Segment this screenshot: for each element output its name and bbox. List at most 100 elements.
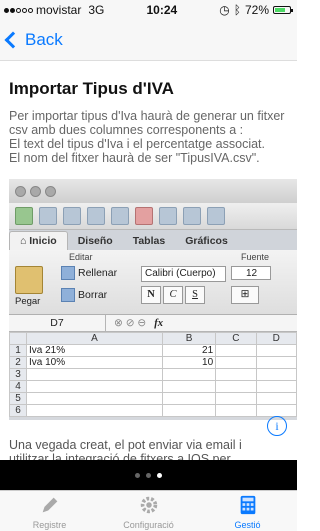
format-icon bbox=[207, 207, 225, 225]
cell: Iva 10% bbox=[26, 356, 163, 369]
tab-label: Registre bbox=[32, 520, 67, 530]
page-dot-active[interactable] bbox=[157, 472, 162, 478]
description-line: csv amb dues columnes corresponents a : bbox=[9, 123, 244, 137]
cell bbox=[215, 368, 257, 381]
tab-registre[interactable]: Registre bbox=[0, 491, 99, 531]
copy-icon bbox=[159, 207, 177, 225]
window-titlebar bbox=[9, 179, 297, 203]
network-type: 3G bbox=[88, 3, 105, 17]
column-header: A bbox=[26, 332, 163, 345]
cell: 21 bbox=[161, 344, 217, 357]
tab-label: Gestió bbox=[234, 520, 261, 530]
tab-diseno: Diseño bbox=[77, 235, 113, 247]
open-icon bbox=[63, 207, 81, 225]
table-row: 4 bbox=[9, 380, 297, 393]
cell bbox=[161, 380, 217, 393]
ribbon: Editar Fuente Pegar Rellenar Borrar Cali… bbox=[9, 250, 297, 315]
description: Per importar tipus d'Iva haurà de genera… bbox=[9, 109, 288, 165]
toolbar bbox=[9, 203, 297, 230]
save-icon bbox=[87, 207, 105, 225]
group-label-edit: Editar bbox=[69, 252, 93, 262]
cell bbox=[26, 380, 163, 393]
cell: 10 bbox=[161, 356, 217, 369]
cell bbox=[26, 404, 163, 417]
cell bbox=[255, 380, 297, 393]
fx-label: fx bbox=[154, 317, 163, 329]
cell bbox=[215, 380, 257, 393]
window-close-icon bbox=[15, 185, 26, 197]
cell bbox=[26, 392, 163, 405]
carrier: movistar bbox=[36, 3, 82, 17]
spreadsheet-grid: A B C D 1 Iva 21% 21 2 Iva 10% 10 3 4 5 … bbox=[9, 332, 297, 417]
column-header: D bbox=[255, 332, 297, 345]
cell bbox=[161, 404, 217, 417]
tab-configuracio[interactable]: Configuració bbox=[99, 491, 198, 531]
cell bbox=[215, 404, 257, 417]
tab-bar: Registre Configuració Gestió bbox=[0, 490, 297, 531]
cut-icon bbox=[135, 207, 153, 225]
underline-button: S bbox=[185, 286, 205, 304]
font-size-field: 12 bbox=[231, 266, 271, 280]
page-dot[interactable] bbox=[146, 472, 151, 478]
tab-graficos: Gráficos bbox=[185, 235, 228, 247]
clock: 10:24 bbox=[146, 3, 178, 17]
page-dot[interactable] bbox=[135, 472, 140, 478]
page-title: Importar Tipus d'IVA bbox=[9, 79, 174, 98]
print-icon bbox=[111, 207, 129, 225]
row-header: 6 bbox=[9, 404, 27, 417]
fill-control: Rellenar bbox=[61, 266, 117, 280]
cell bbox=[161, 392, 217, 405]
font-name-field: Calibri (Cuerpo) bbox=[141, 266, 226, 282]
cell bbox=[215, 392, 257, 405]
paste-icon bbox=[15, 266, 43, 294]
table-row: 5 bbox=[9, 392, 297, 405]
tab-inicio: ⌂ Inicio bbox=[9, 231, 68, 250]
alarm-icon: ◷ bbox=[219, 3, 230, 17]
tab-tablas: Tablas bbox=[132, 235, 166, 247]
gear-icon bbox=[140, 496, 157, 514]
row-header: 1 bbox=[9, 344, 27, 357]
battery-percent: 72% bbox=[244, 3, 269, 17]
tab-gestio[interactable]: Gestió bbox=[198, 491, 297, 531]
new-icon bbox=[15, 207, 33, 225]
chevron-left-icon bbox=[4, 31, 22, 49]
italic-button: C bbox=[163, 286, 183, 304]
cell bbox=[161, 368, 217, 381]
cell bbox=[255, 404, 297, 417]
cell bbox=[26, 368, 163, 381]
bluetooth-icon: ᛒ bbox=[233, 3, 241, 17]
navigation-bar: Back bbox=[0, 20, 297, 61]
cell: Iva 21% bbox=[26, 344, 163, 357]
page-indicator[interactable] bbox=[0, 460, 297, 490]
description-line: El nom del fitxer haurà de ser "TipusIVA… bbox=[9, 151, 260, 165]
status-bar: movistar 3G 10:24 ◷ ᛒ 72% bbox=[0, 0, 297, 20]
row-header: 2 bbox=[9, 356, 27, 369]
paste-label: Pegar bbox=[15, 296, 41, 307]
cell bbox=[215, 344, 257, 357]
formula-controls-icon: ⊗ ⊘ ⊖ bbox=[114, 317, 147, 329]
signal-icon bbox=[4, 7, 33, 13]
spreadsheet-screenshot: ⌂ Inicio Diseño Tablas Gráficos Editar F… bbox=[9, 179, 297, 420]
templates-icon bbox=[39, 207, 57, 225]
cell bbox=[255, 392, 297, 405]
clear-control: Borrar bbox=[61, 288, 107, 302]
column-header: B bbox=[161, 332, 217, 345]
back-label: Back bbox=[25, 30, 63, 49]
borders-icon: ⊞ bbox=[231, 286, 259, 304]
description-line: Per importar tipus d'Iva haurà de genera… bbox=[9, 109, 285, 123]
table-row: 6 bbox=[9, 404, 297, 417]
eraser-icon bbox=[61, 288, 75, 302]
window-minimize-icon bbox=[30, 185, 41, 197]
cell bbox=[255, 356, 297, 369]
back-button[interactable]: Back bbox=[0, 30, 63, 50]
corner-cell bbox=[9, 332, 27, 345]
row-header: 4 bbox=[9, 380, 27, 393]
cell bbox=[215, 356, 257, 369]
cell-reference: D7 bbox=[9, 315, 106, 331]
description-line: El text del tipus d'Iva i el percentatge… bbox=[9, 137, 265, 151]
cell bbox=[255, 344, 297, 357]
paste-icon bbox=[183, 207, 201, 225]
info-icon[interactable]: i bbox=[267, 416, 287, 436]
calculator-icon bbox=[240, 495, 255, 515]
window-zoom-icon bbox=[45, 185, 56, 197]
